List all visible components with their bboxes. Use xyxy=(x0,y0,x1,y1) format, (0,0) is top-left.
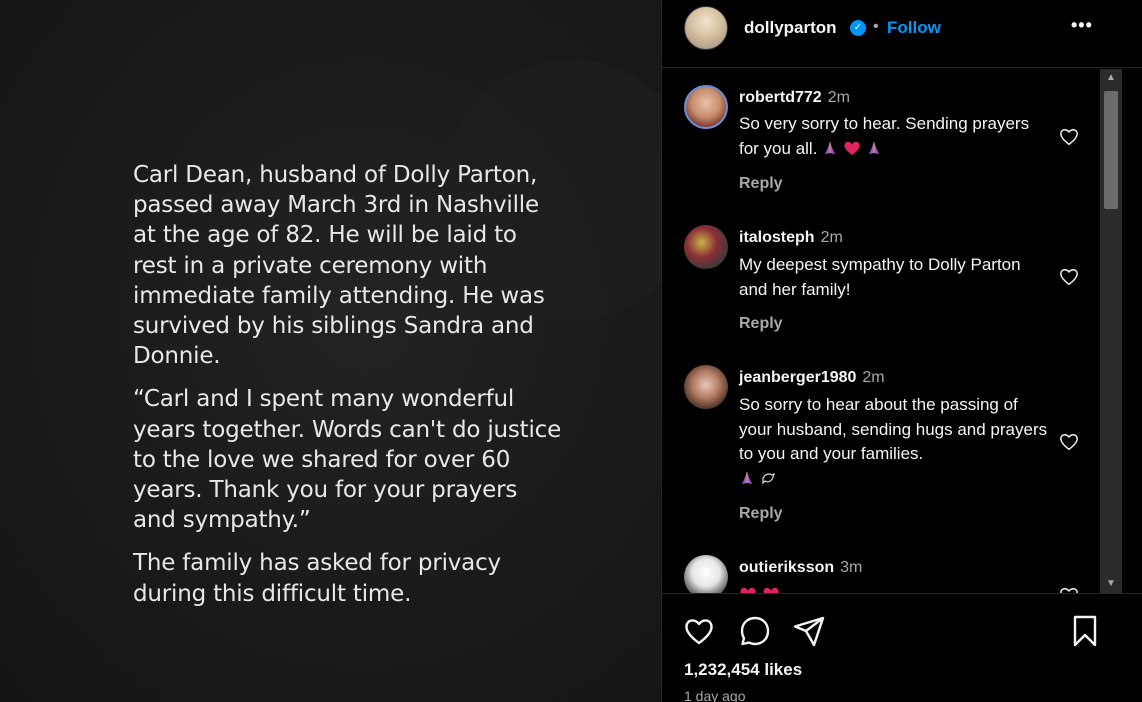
post-paragraph-2: “Carl and I spent many wonderful years t… xyxy=(133,386,562,534)
post-image: Carl Dean, husband of Dolly Parton, pass… xyxy=(0,0,661,702)
share-send-icon[interactable] xyxy=(792,614,826,648)
reply-button[interactable]: Reply xyxy=(739,505,783,523)
comment-username[interactable]: italosteph 2m xyxy=(739,229,843,247)
comment-timestamp: 2m xyxy=(820,229,843,246)
scrollbar-thumb[interactable] xyxy=(1104,91,1118,209)
scroll-up-arrow-icon[interactable]: ▲ xyxy=(1100,69,1122,87)
comment-username[interactable]: jeanberger1980 2m xyxy=(739,369,885,387)
heart-icon xyxy=(844,141,860,155)
comment-timestamp: 3m xyxy=(840,559,863,576)
heart-icon xyxy=(740,587,756,593)
comment-item: robertd772 2m So very sorry to hear. Send… xyxy=(662,69,1099,209)
heart-icon xyxy=(763,587,779,593)
comment-text: My deepest sympathy to Dolly Parton and … xyxy=(739,255,1021,299)
heart-icon[interactable] xyxy=(1058,266,1080,288)
pray-icon xyxy=(825,141,836,154)
comment-item: jeanberger1980 2m So sorry to hear about … xyxy=(662,349,1099,539)
comment-item: italosteph 2m My deepest sympathy to Doll… xyxy=(662,209,1099,349)
pray-icon xyxy=(868,141,879,154)
post-paragraph-1: Carl Dean, husband of Dolly Parton, pass… xyxy=(133,162,545,370)
comment-username[interactable]: outieriksson 3m xyxy=(739,559,862,577)
username[interactable]: dollyparton xyxy=(744,18,837,38)
post-actions: 1,232,454 likes 1 day ago xyxy=(662,593,1142,702)
reply-button[interactable]: Reply xyxy=(739,315,783,333)
bookmark-save-icon[interactable] xyxy=(1068,614,1102,648)
post-sidebar: dollyparton ✓ • Follow ••• robertd772 2m … xyxy=(661,0,1142,702)
avatar[interactable] xyxy=(684,555,728,593)
avatar[interactable] xyxy=(684,6,728,50)
comment-timestamp: 2m xyxy=(827,89,850,106)
pray-icon xyxy=(742,471,752,484)
heart-icon[interactable] xyxy=(1058,126,1080,148)
comment-timestamp: 2m xyxy=(862,369,885,386)
likes-count[interactable]: 1,232,454 likes xyxy=(684,660,802,680)
post-image-text: Carl Dean, husband of Dolly Parton, pass… xyxy=(133,160,563,622)
comment-bubble-icon[interactable] xyxy=(738,614,772,648)
heart-icon[interactable] xyxy=(1058,431,1080,453)
comment-text: So sorry to hear about the passing of yo… xyxy=(739,393,1049,491)
comment-item: outieriksson 3m xyxy=(662,539,1099,593)
like-heart-icon[interactable] xyxy=(682,614,716,648)
dove-icon xyxy=(762,472,775,484)
reply-button[interactable]: Reply xyxy=(739,175,783,193)
avatar[interactable] xyxy=(684,225,728,269)
comment-username[interactable]: robertd772 2m xyxy=(739,89,850,107)
verified-badge-icon: ✓ xyxy=(850,20,866,36)
comments-scrollbar[interactable]: ▲ ▼ xyxy=(1100,69,1122,593)
post-header: dollyparton ✓ • Follow ••• xyxy=(662,0,1142,68)
separator-dot: • xyxy=(873,18,879,35)
comment-text: So very sorry to hear. Sending prayers f… xyxy=(739,114,1030,158)
avatar[interactable] xyxy=(684,85,728,129)
comments-list[interactable]: robertd772 2m So very sorry to hear. Send… xyxy=(662,69,1099,593)
avatar[interactable] xyxy=(684,365,728,409)
follow-button[interactable]: Follow xyxy=(887,18,941,38)
more-options-button[interactable]: ••• xyxy=(1071,15,1093,36)
post-paragraph-3: The family has asked for privacy during … xyxy=(133,550,501,607)
post-timestamp: 1 day ago xyxy=(684,688,746,702)
heart-icon[interactable] xyxy=(1058,585,1080,593)
comment-text xyxy=(739,583,1049,593)
scroll-down-arrow-icon[interactable]: ▼ xyxy=(1100,575,1122,593)
